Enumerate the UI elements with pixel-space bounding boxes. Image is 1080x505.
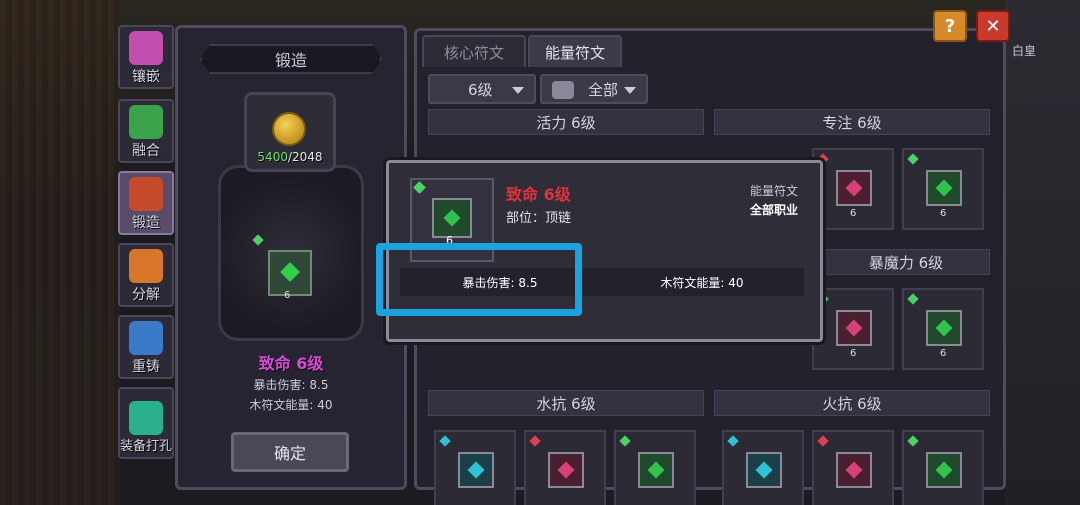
inlay-icon <box>129 31 163 65</box>
rune-cell[interactable]: 6 <box>812 288 894 370</box>
cost-count: 5400/2048 <box>244 150 336 164</box>
forge-title: 锻造 <box>200 44 382 74</box>
nav-label: 融合 <box>132 143 160 159</box>
rune-level: 6 <box>940 348 947 359</box>
forge-stat-energy: 木符文能量: 40 <box>249 398 333 412</box>
side-nav: 镶嵌 融合 锻造 分解 重铸 装备打孔 <box>112 25 182 495</box>
rune-cell[interactable] <box>434 430 516 505</box>
level-filter-value: 6级 <box>468 80 493 99</box>
nav-label: 装备打孔 <box>120 439 173 454</box>
rune-level: 6 <box>850 348 857 359</box>
gem-icon <box>727 435 739 447</box>
rune-cell[interactable] <box>902 430 984 505</box>
rune-cell[interactable] <box>524 430 606 505</box>
category-fire-resist: 火抗 6级 <box>714 390 990 416</box>
rune-icon <box>926 310 962 346</box>
forge-rune-level: 6 <box>284 290 291 301</box>
forge-stat-crit: 暴击伤害: 8.5 <box>253 378 329 392</box>
tooltip-rune-name: 致命 6级 <box>506 185 571 204</box>
gem-icon <box>907 153 919 165</box>
rune-cell[interactable]: 6 <box>902 148 984 230</box>
nav-label: 锻造 <box>132 215 160 231</box>
nav-socket[interactable]: 装备打孔 <box>118 387 174 459</box>
tooltip-rune-type: 能量符文 <box>749 184 798 198</box>
chevron-down-icon <box>512 87 524 94</box>
category-focus: 专注 6级 <box>714 109 990 135</box>
rune-level: 6 <box>850 208 857 219</box>
category-magic: 暴魔力 6级 <box>822 249 990 275</box>
gem-icon <box>907 293 919 305</box>
background-right-decor <box>1005 0 1080 505</box>
rune-icon <box>836 452 872 488</box>
tooltip-stat-energy: 木符文能量: 40 <box>660 275 744 290</box>
confirm-button[interactable]: 确定 <box>231 432 349 472</box>
nav-label: 分解 <box>132 287 160 303</box>
rune-cell[interactable] <box>722 430 804 505</box>
rune-icon <box>836 170 872 206</box>
help-button[interactable]: ? <box>933 10 967 42</box>
tooltip-slot: 部位：顶链 <box>506 211 572 226</box>
socket-icon <box>129 401 163 435</box>
nav-inlay[interactable]: 镶嵌 <box>118 25 174 89</box>
class-filter-value: 全部 <box>588 80 619 99</box>
rune-icon <box>638 452 674 488</box>
rune-icon <box>926 170 962 206</box>
gem-icon <box>439 435 451 447</box>
category-water-resist: 水抗 6级 <box>428 390 704 416</box>
cost-required: /2048 <box>287 150 323 164</box>
chevron-down-icon <box>624 87 636 94</box>
gem-icon <box>619 435 631 447</box>
rune-cell[interactable] <box>812 430 894 505</box>
class-filter-dropdown[interactable]: 全部 <box>540 74 648 104</box>
forge-icon <box>129 177 163 211</box>
cost-current: 5400 <box>257 150 288 164</box>
gem-icon <box>817 435 829 447</box>
nav-decompose[interactable]: 分解 <box>118 243 174 307</box>
rune-cell[interactable]: 6 <box>812 148 894 230</box>
level-filter-dropdown[interactable]: 6级 <box>428 74 536 104</box>
rune-icon <box>926 452 962 488</box>
rune-icon <box>836 310 872 346</box>
rune-cell[interactable]: 6 <box>902 288 984 370</box>
nav-label: 镶嵌 <box>132 69 160 85</box>
forge-rune-name: 致命 6级 <box>258 354 324 373</box>
rune-icon <box>548 452 584 488</box>
rune-icon <box>746 452 782 488</box>
corner-label: 白皇 <box>1012 44 1037 58</box>
highlight-box <box>376 243 582 316</box>
tab-energy-runes[interactable]: 能量符文 <box>528 35 622 67</box>
close-button[interactable]: ✕ <box>976 10 1010 42</box>
rune-level: 6 <box>940 208 947 219</box>
background-left-decor <box>0 0 120 505</box>
class-icon <box>552 81 574 99</box>
tab-core-runes[interactable]: 核心符文 <box>422 35 526 67</box>
decompose-icon <box>129 249 163 283</box>
rune-icon <box>432 198 472 238</box>
gem-icon <box>529 435 541 447</box>
fusion-icon <box>129 105 163 139</box>
tooltip-class: 全部职业 <box>749 203 798 217</box>
nav-fusion[interactable]: 融合 <box>118 99 174 163</box>
coin-icon <box>272 112 306 146</box>
nav-label: 重铸 <box>132 359 160 375</box>
rune-icon <box>458 452 494 488</box>
rune-cell[interactable] <box>614 430 696 505</box>
nav-forge[interactable]: 锻造 <box>118 171 174 235</box>
nav-recast[interactable]: 重铸 <box>118 315 174 379</box>
gem-icon <box>907 435 919 447</box>
category-vitality: 活力 6级 <box>428 109 704 135</box>
recast-icon <box>129 321 163 355</box>
